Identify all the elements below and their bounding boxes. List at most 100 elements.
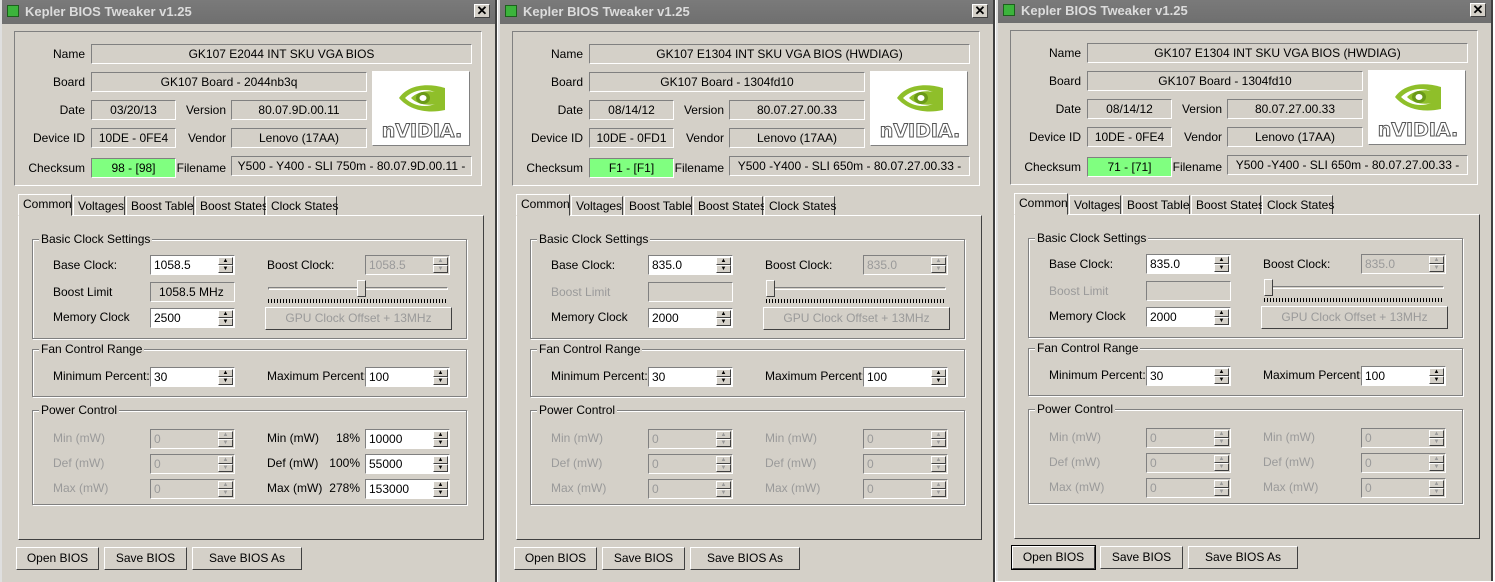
tab-common[interactable]: Common	[516, 194, 570, 216]
max-percent-spinbox[interactable]: 100 ▲ ▼	[1361, 366, 1446, 386]
right-min-mw-spinbox[interactable]: 10000 ▲ ▼	[365, 429, 450, 449]
boost-slider[interactable]	[766, 280, 946, 304]
spin-up-icon[interactable]: ▲	[1429, 480, 1444, 488]
spin-down-icon[interactable]: ▼	[1214, 264, 1229, 272]
spin-up-icon[interactable]: ▲	[433, 456, 448, 464]
close-button[interactable]: ✕	[972, 4, 988, 18]
open-bios-button[interactable]: Open BIOS	[16, 547, 99, 570]
spin-down-icon[interactable]: ▼	[218, 318, 233, 326]
spin-down-icon[interactable]: ▼	[931, 464, 946, 472]
tab-boost-table[interactable]: Boost Table	[624, 196, 692, 216]
spin-down-icon[interactable]: ▼	[716, 265, 731, 273]
spin-up-icon[interactable]: ▲	[218, 257, 233, 265]
close-button[interactable]: ✕	[1470, 3, 1486, 17]
spin-down-icon[interactable]: ▼	[433, 439, 448, 447]
spin-up-icon[interactable]: ▲	[931, 431, 946, 439]
spin-down-icon[interactable]: ▼	[1429, 376, 1444, 384]
save-bios-as-button[interactable]: Save BIOS As	[192, 547, 302, 570]
spin-up-icon[interactable]: ▲	[1214, 309, 1229, 317]
tab-boost-states[interactable]: Boost States	[195, 196, 268, 216]
gpu-clock-offset-button[interactable]: GPU Clock Offset + 13MHz	[1261, 306, 1448, 329]
memory-clock-spinbox[interactable]: 2500 ▲ ▼	[150, 308, 235, 328]
spin-down-icon[interactable]: ▼	[1429, 438, 1444, 446]
spin-up-icon[interactable]: ▲	[433, 369, 448, 377]
spin-up-icon[interactable]: ▲	[433, 431, 448, 439]
tab-boost-states[interactable]: Boost States	[693, 196, 766, 216]
spin-up-icon[interactable]: ▲	[716, 257, 731, 265]
memory-clock-spinbox[interactable]: 2000 ▲ ▼	[648, 308, 733, 328]
spin-up-icon[interactable]: ▲	[716, 310, 731, 318]
tab-voltages[interactable]: Voltages	[571, 196, 623, 216]
spin-down-icon[interactable]: ▼	[433, 489, 448, 497]
tab-boost-states[interactable]: Boost States	[1191, 195, 1264, 215]
spin-down-icon[interactable]: ▼	[716, 318, 731, 326]
max-percent-spinbox[interactable]: 100 ▲ ▼	[863, 367, 948, 387]
boost-slider-thumb[interactable]	[1264, 279, 1273, 296]
tab-voltages[interactable]: Voltages	[1069, 195, 1121, 215]
base-clock-spinbox[interactable]: 835.0 ▲ ▼	[1146, 254, 1231, 274]
spin-up-icon[interactable]: ▲	[931, 456, 946, 464]
spin-down-icon[interactable]: ▼	[931, 439, 946, 447]
spin-up-icon[interactable]: ▲	[1214, 368, 1229, 376]
save-bios-button[interactable]: Save BIOS	[104, 547, 187, 570]
min-percent-spinbox[interactable]: 30 ▲ ▼	[648, 367, 733, 387]
gpu-clock-offset-button[interactable]: GPU Clock Offset + 13MHz	[265, 307, 452, 330]
spin-down-icon[interactable]: ▼	[433, 464, 448, 472]
tab-clock-states[interactable]: Clock States	[266, 196, 338, 216]
base-clock-spinbox[interactable]: 835.0 ▲ ▼	[648, 255, 733, 275]
right-max-mw-spinbox[interactable]: 153000 ▲ ▼	[365, 479, 450, 499]
spin-up-icon[interactable]: ▲	[218, 310, 233, 318]
spin-down-icon[interactable]: ▼	[1429, 488, 1444, 496]
boost-slider-thumb[interactable]	[357, 280, 366, 297]
spin-up-icon[interactable]: ▲	[218, 369, 233, 377]
spin-up-icon[interactable]: ▲	[931, 481, 946, 489]
spin-up-icon[interactable]: ▲	[433, 481, 448, 489]
save-bios-as-button[interactable]: Save BIOS As	[1188, 546, 1298, 569]
open-bios-button[interactable]: Open BIOS	[514, 547, 597, 570]
gpu-clock-offset-button[interactable]: GPU Clock Offset + 13MHz	[763, 307, 950, 330]
tab-common[interactable]: Common	[1014, 193, 1068, 215]
spin-up-icon[interactable]: ▲	[931, 369, 946, 377]
spin-down-icon[interactable]: ▼	[1429, 463, 1444, 471]
boost-slider[interactable]	[1264, 279, 1444, 303]
spin-up-icon[interactable]: ▲	[716, 369, 731, 377]
boost-slider-thumb[interactable]	[766, 280, 775, 297]
min-percent-spinbox[interactable]: 30 ▲ ▼	[150, 367, 235, 387]
boost-slider[interactable]	[268, 280, 448, 304]
min-percent-spinbox[interactable]: 30 ▲ ▼	[1146, 366, 1231, 386]
open-bios-button[interactable]: Open BIOS	[1011, 545, 1096, 570]
close-button[interactable]: ✕	[474, 4, 490, 18]
spin-up-icon[interactable]: ▲	[1429, 455, 1444, 463]
memory-clock-spinbox[interactable]: 2000 ▲ ▼	[1146, 307, 1231, 327]
spin-up-icon: ▲	[218, 456, 233, 464]
tab-voltages[interactable]: Voltages	[73, 196, 125, 216]
right-def-mw-spinbox[interactable]: 55000 ▲ ▼	[365, 454, 450, 474]
spin-down-icon[interactable]: ▼	[931, 489, 946, 497]
base-clock-spinbox[interactable]: 1058.5 ▲ ▼	[150, 255, 235, 275]
spin-down-icon[interactable]: ▼	[218, 377, 233, 385]
basic-clock-group: Basic Clock Settings Base Clock: 1058.5 …	[32, 232, 467, 339]
spin-down-icon[interactable]: ▼	[1214, 376, 1229, 384]
spin-up-icon[interactable]: ▲	[1429, 368, 1444, 376]
power-control-group-title: Power Control	[537, 403, 618, 417]
tab-boost-table[interactable]: Boost Table	[1122, 195, 1190, 215]
tab-boost-table[interactable]: Boost Table	[126, 196, 194, 216]
tab-clock-states[interactable]: Clock States	[764, 196, 836, 216]
spin-down-icon[interactable]: ▼	[218, 265, 233, 273]
spin-down-icon[interactable]: ▼	[1214, 317, 1229, 325]
save-bios-as-button[interactable]: Save BIOS As	[690, 547, 800, 570]
spin-down-icon[interactable]: ▼	[433, 377, 448, 385]
title-bar[interactable]: Kepler BIOS Tweaker v1.25 ✕	[998, 0, 1491, 23]
spin-down-icon[interactable]: ▼	[716, 377, 731, 385]
spin-up-icon[interactable]: ▲	[1429, 430, 1444, 438]
spin-up-icon[interactable]: ▲	[1214, 256, 1229, 264]
spin-down-icon[interactable]: ▼	[931, 377, 946, 385]
save-bios-button[interactable]: Save BIOS	[602, 547, 685, 570]
tab-clock-states[interactable]: Clock States	[1262, 195, 1334, 215]
vendor-field: Lenovo (17AA)	[231, 128, 367, 148]
tab-common[interactable]: Common	[18, 194, 72, 216]
save-bios-button[interactable]: Save BIOS	[1100, 546, 1183, 569]
title-bar[interactable]: Kepler BIOS Tweaker v1.25 ✕	[2, 0, 495, 24]
max-percent-spinbox[interactable]: 100 ▲ ▼	[365, 367, 450, 387]
title-bar[interactable]: Kepler BIOS Tweaker v1.25 ✕	[500, 0, 993, 24]
